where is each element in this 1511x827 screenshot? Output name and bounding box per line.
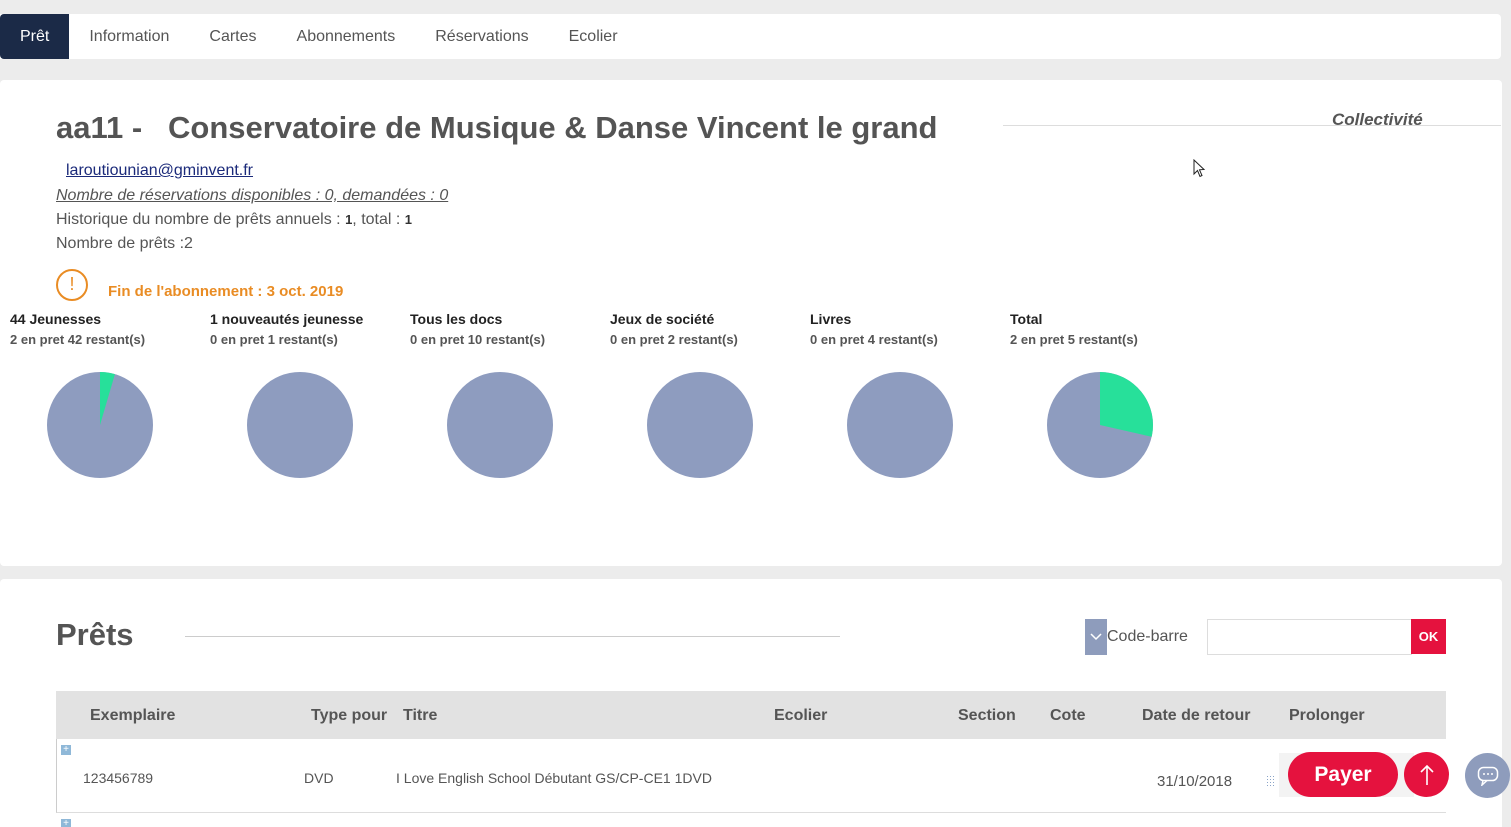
email-link[interactable]: laroutiounian@gminvent.fr bbox=[66, 162, 253, 180]
table-row bbox=[56, 739, 1446, 813]
quota-sub: 2 en pret 42 restant(s) bbox=[10, 332, 146, 347]
cell-titre: I Love English School Débutant GS/CP-CE1… bbox=[396, 770, 712, 786]
col-section[interactable]: Section bbox=[958, 707, 1016, 725]
loans-title: Prêts bbox=[56, 617, 134, 652]
pay-button[interactable]: Payer bbox=[1288, 752, 1398, 797]
cell-type: DVD bbox=[304, 770, 334, 786]
tab-bar: Prêt Information Cartes Abonnements Rése… bbox=[0, 14, 1501, 59]
ok-button[interactable]: OK bbox=[1411, 619, 1446, 654]
col-ecolier[interactable]: Ecolier bbox=[774, 707, 827, 725]
search-mode-label: Code-barre bbox=[1107, 628, 1188, 645]
quota-sub: 0 en pret 10 restant(s) bbox=[410, 332, 546, 347]
reservations-info[interactable]: Nombre de réservations disponibles : 0, … bbox=[56, 187, 448, 205]
quota-pie-chart bbox=[47, 372, 153, 478]
col-titre[interactable]: Titre bbox=[403, 707, 437, 725]
quota-block: Tous les docs 0 en pret 10 restant(s) bbox=[410, 311, 610, 478]
col-cote[interactable]: Cote bbox=[1050, 707, 1086, 725]
loans-title-divider bbox=[185, 636, 840, 637]
chevron-down-icon bbox=[1090, 633, 1102, 641]
expand-row-icon[interactable]: + bbox=[61, 745, 71, 755]
tab-information[interactable]: Information bbox=[69, 14, 189, 59]
quota-block: Livres 0 en pret 4 restant(s) bbox=[810, 311, 1010, 478]
tab-ecolier[interactable]: Ecolier bbox=[549, 14, 638, 59]
col-date-retour[interactable]: Date de retour bbox=[1142, 707, 1250, 725]
quota-label: Jeux de société bbox=[610, 311, 715, 327]
tab-pret[interactable]: Prêt bbox=[0, 14, 70, 59]
reader-category: Collectivité bbox=[1332, 110, 1423, 129]
loans-table-header: Exemplaire Type pour Titre Ecolier Secti… bbox=[56, 691, 1446, 739]
quota-block: 44 Jeunesses 2 en pret 42 restant(s) bbox=[10, 311, 210, 478]
quota-label: Total bbox=[1010, 311, 1043, 327]
scroll-top-button[interactable] bbox=[1404, 752, 1449, 797]
loan-history: Historique du nombre de prêts annuels : … bbox=[56, 211, 412, 229]
tab-reservations[interactable]: Réservations bbox=[415, 14, 548, 59]
subscription-end: Fin de l'abonnement : 3 oct. 2019 bbox=[108, 283, 344, 300]
history-mid: , total : bbox=[352, 211, 405, 228]
quota-label: Tous les docs bbox=[410, 311, 503, 327]
quota-label: Livres bbox=[810, 311, 852, 327]
pie-slice-remaining bbox=[247, 372, 353, 478]
quota-pie-chart bbox=[447, 372, 553, 478]
page-title: aa11 - Conservatoire de Musique & Danse … bbox=[56, 110, 938, 145]
quota-block: Jeux de société 0 en pret 2 restant(s) bbox=[610, 311, 810, 478]
quota-label: 1 nouveautés jeunesse bbox=[210, 311, 364, 327]
quota-pie-chart bbox=[847, 372, 953, 478]
history-prefix: Historique du nombre de prêts annuels : bbox=[56, 211, 346, 228]
quota-pie-chart bbox=[647, 372, 753, 478]
expand-row-icon[interactable]: + bbox=[61, 819, 71, 827]
mouse-cursor-icon bbox=[1193, 159, 1206, 178]
quota-block: Total 2 en pret 5 restant(s) bbox=[1010, 311, 1210, 478]
pie-slice-remaining bbox=[447, 372, 553, 478]
pie-slice-remaining bbox=[847, 372, 953, 478]
quota-pie-chart bbox=[247, 372, 353, 478]
chat-icon bbox=[1477, 766, 1498, 786]
exclamation-icon: ! bbox=[56, 269, 88, 301]
quota-label: 44 Jeunesses bbox=[10, 311, 102, 327]
tab-abonnements[interactable]: Abonnements bbox=[277, 14, 416, 59]
quota-sub: 2 en pret 5 restant(s) bbox=[1010, 332, 1138, 347]
col-type[interactable]: Type pour bbox=[311, 707, 387, 725]
title-divider bbox=[1003, 125, 1501, 126]
quota-pie-chart bbox=[1047, 372, 1153, 478]
quota-sub: 0 en pret 4 restant(s) bbox=[810, 332, 938, 347]
search-mode-dropdown[interactable] bbox=[1085, 619, 1107, 655]
cell-exemplaire: 123456789 bbox=[83, 770, 154, 786]
quota-sub: 0 en pret 2 restant(s) bbox=[610, 332, 738, 347]
pie-slice-remaining bbox=[647, 372, 753, 478]
quota-sub: 0 en pret 1 restant(s) bbox=[210, 332, 338, 347]
quota-block: 1 nouveautés jeunesse 0 en pret 1 restant… bbox=[210, 311, 410, 478]
cell-date-retour: 31/10/2018 bbox=[1157, 773, 1233, 790]
history-total: 1 bbox=[404, 212, 412, 227]
calendar-icon[interactable] bbox=[1266, 775, 1276, 787]
col-prolonger[interactable]: Prolonger bbox=[1289, 707, 1365, 725]
arrow-up-icon bbox=[1419, 764, 1434, 785]
col-exemplaire[interactable]: Exemplaire bbox=[90, 707, 175, 725]
barcode-input[interactable] bbox=[1207, 619, 1412, 655]
loans-count: Nombre de prêts :2 bbox=[56, 235, 193, 252]
chat-button[interactable] bbox=[1465, 753, 1510, 798]
tab-cartes[interactable]: Cartes bbox=[189, 14, 276, 59]
